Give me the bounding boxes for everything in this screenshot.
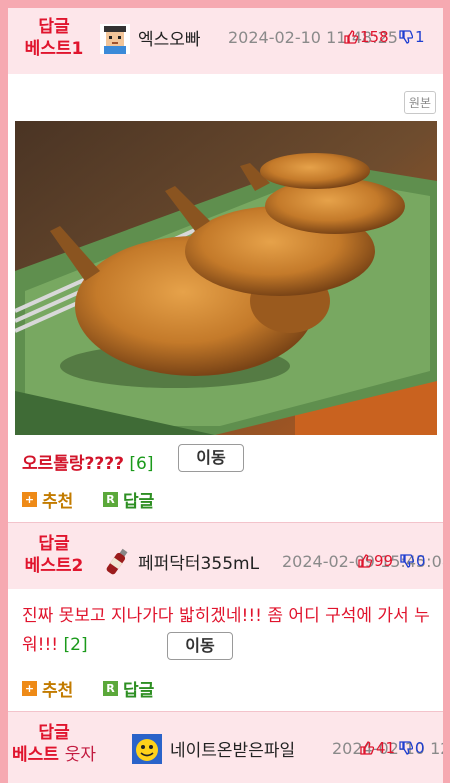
reply-icon: R — [103, 492, 118, 507]
downvote[interactable]: 0 — [400, 552, 426, 570]
best-label-line1: 답글 — [38, 17, 70, 37]
downvote[interactable]: 0 — [399, 739, 425, 757]
post-title-line: 오르톨랑???? [6] — [22, 449, 154, 474]
plus-icon: + — [22, 492, 37, 507]
upvote[interactable]: 99 — [358, 552, 393, 570]
recommend-button[interactable]: + 추천 — [22, 676, 73, 701]
reply-count: [6] — [129, 454, 154, 474]
downvote[interactable]: 1 — [399, 28, 425, 46]
best-label-line1: 답글 — [38, 534, 70, 554]
downvote-count: 1 — [415, 28, 425, 46]
post-photo[interactable] — [15, 121, 437, 435]
downvote-count: 0 — [415, 739, 425, 757]
best-label-line2: 베스트 — [11, 745, 59, 765]
best-replies-panel: 답글 베스트1 엑스오빠 2024-02-10 11:48:25 158 1 원… — [8, 8, 443, 783]
recommend-label: 추천 — [42, 492, 74, 512]
move-button[interactable]: 이동 — [178, 444, 244, 472]
move-button[interactable]: 이동 — [167, 632, 233, 660]
smiley-avatar-icon — [132, 734, 162, 764]
recommend-button[interactable]: + 추천 — [22, 487, 73, 512]
reply-button[interactable]: R 답글 — [103, 487, 154, 512]
downvote-count: 0 — [416, 552, 426, 570]
plus-icon: + — [22, 681, 37, 696]
avatar-icon — [100, 24, 130, 54]
post-header: 답글 베스트2 페퍼닥터355mL 2024-02-09 15:45:08 99… — [8, 523, 443, 589]
post-header: 답글 베스트1 엑스오빠 2024-02-10 11:48:25 158 1 — [8, 8, 443, 74]
best-category: 웃자 — [64, 745, 97, 765]
upvote-count: 41 — [376, 739, 396, 757]
best-label-line2: 베스트1 — [24, 39, 84, 59]
thumbs-down-icon — [399, 30, 413, 44]
best-label-line2: 베스트2 — [24, 556, 84, 576]
thumbs-up-icon — [344, 30, 358, 44]
reply-icon: R — [103, 681, 118, 696]
bottle-avatar-icon — [106, 548, 128, 575]
best-badge: 답글 베스트1 — [8, 16, 100, 60]
upvote[interactable]: 158 — [344, 28, 389, 46]
author-name[interactable]: 엑스오빠 — [138, 25, 201, 50]
thumbs-down-icon — [400, 554, 414, 568]
reply-label: 답글 — [123, 492, 155, 512]
best-label-line1: 답글 — [38, 723, 70, 743]
upvote[interactable]: 41 — [360, 739, 395, 757]
reply-label: 답글 — [123, 681, 155, 701]
post-header: 답글 베스트 웃자 네이트온받은파일 2024-02-10 12:... 41 … — [8, 712, 443, 783]
upvote-count: 158 — [360, 28, 389, 46]
author-name[interactable]: 페퍼닥터355mL — [138, 549, 259, 574]
thumbs-up-icon — [360, 741, 374, 755]
best-badge: 답글 베스트2 — [8, 533, 100, 577]
best-badge: 답글 베스트 웃자 — [8, 722, 100, 766]
thumbs-up-icon — [358, 554, 372, 568]
reply-button[interactable]: R 답글 — [103, 676, 154, 701]
author-name[interactable]: 네이트온받은파일 — [170, 736, 295, 761]
upvote-count: 99 — [374, 552, 394, 570]
thumbs-down-icon — [399, 741, 413, 755]
reply-count: [2] — [63, 635, 88, 655]
post-title[interactable]: 오르톨랑???? — [22, 454, 124, 474]
original-image-button[interactable]: 원본 — [403, 91, 436, 114]
recommend-label: 추천 — [42, 681, 74, 701]
